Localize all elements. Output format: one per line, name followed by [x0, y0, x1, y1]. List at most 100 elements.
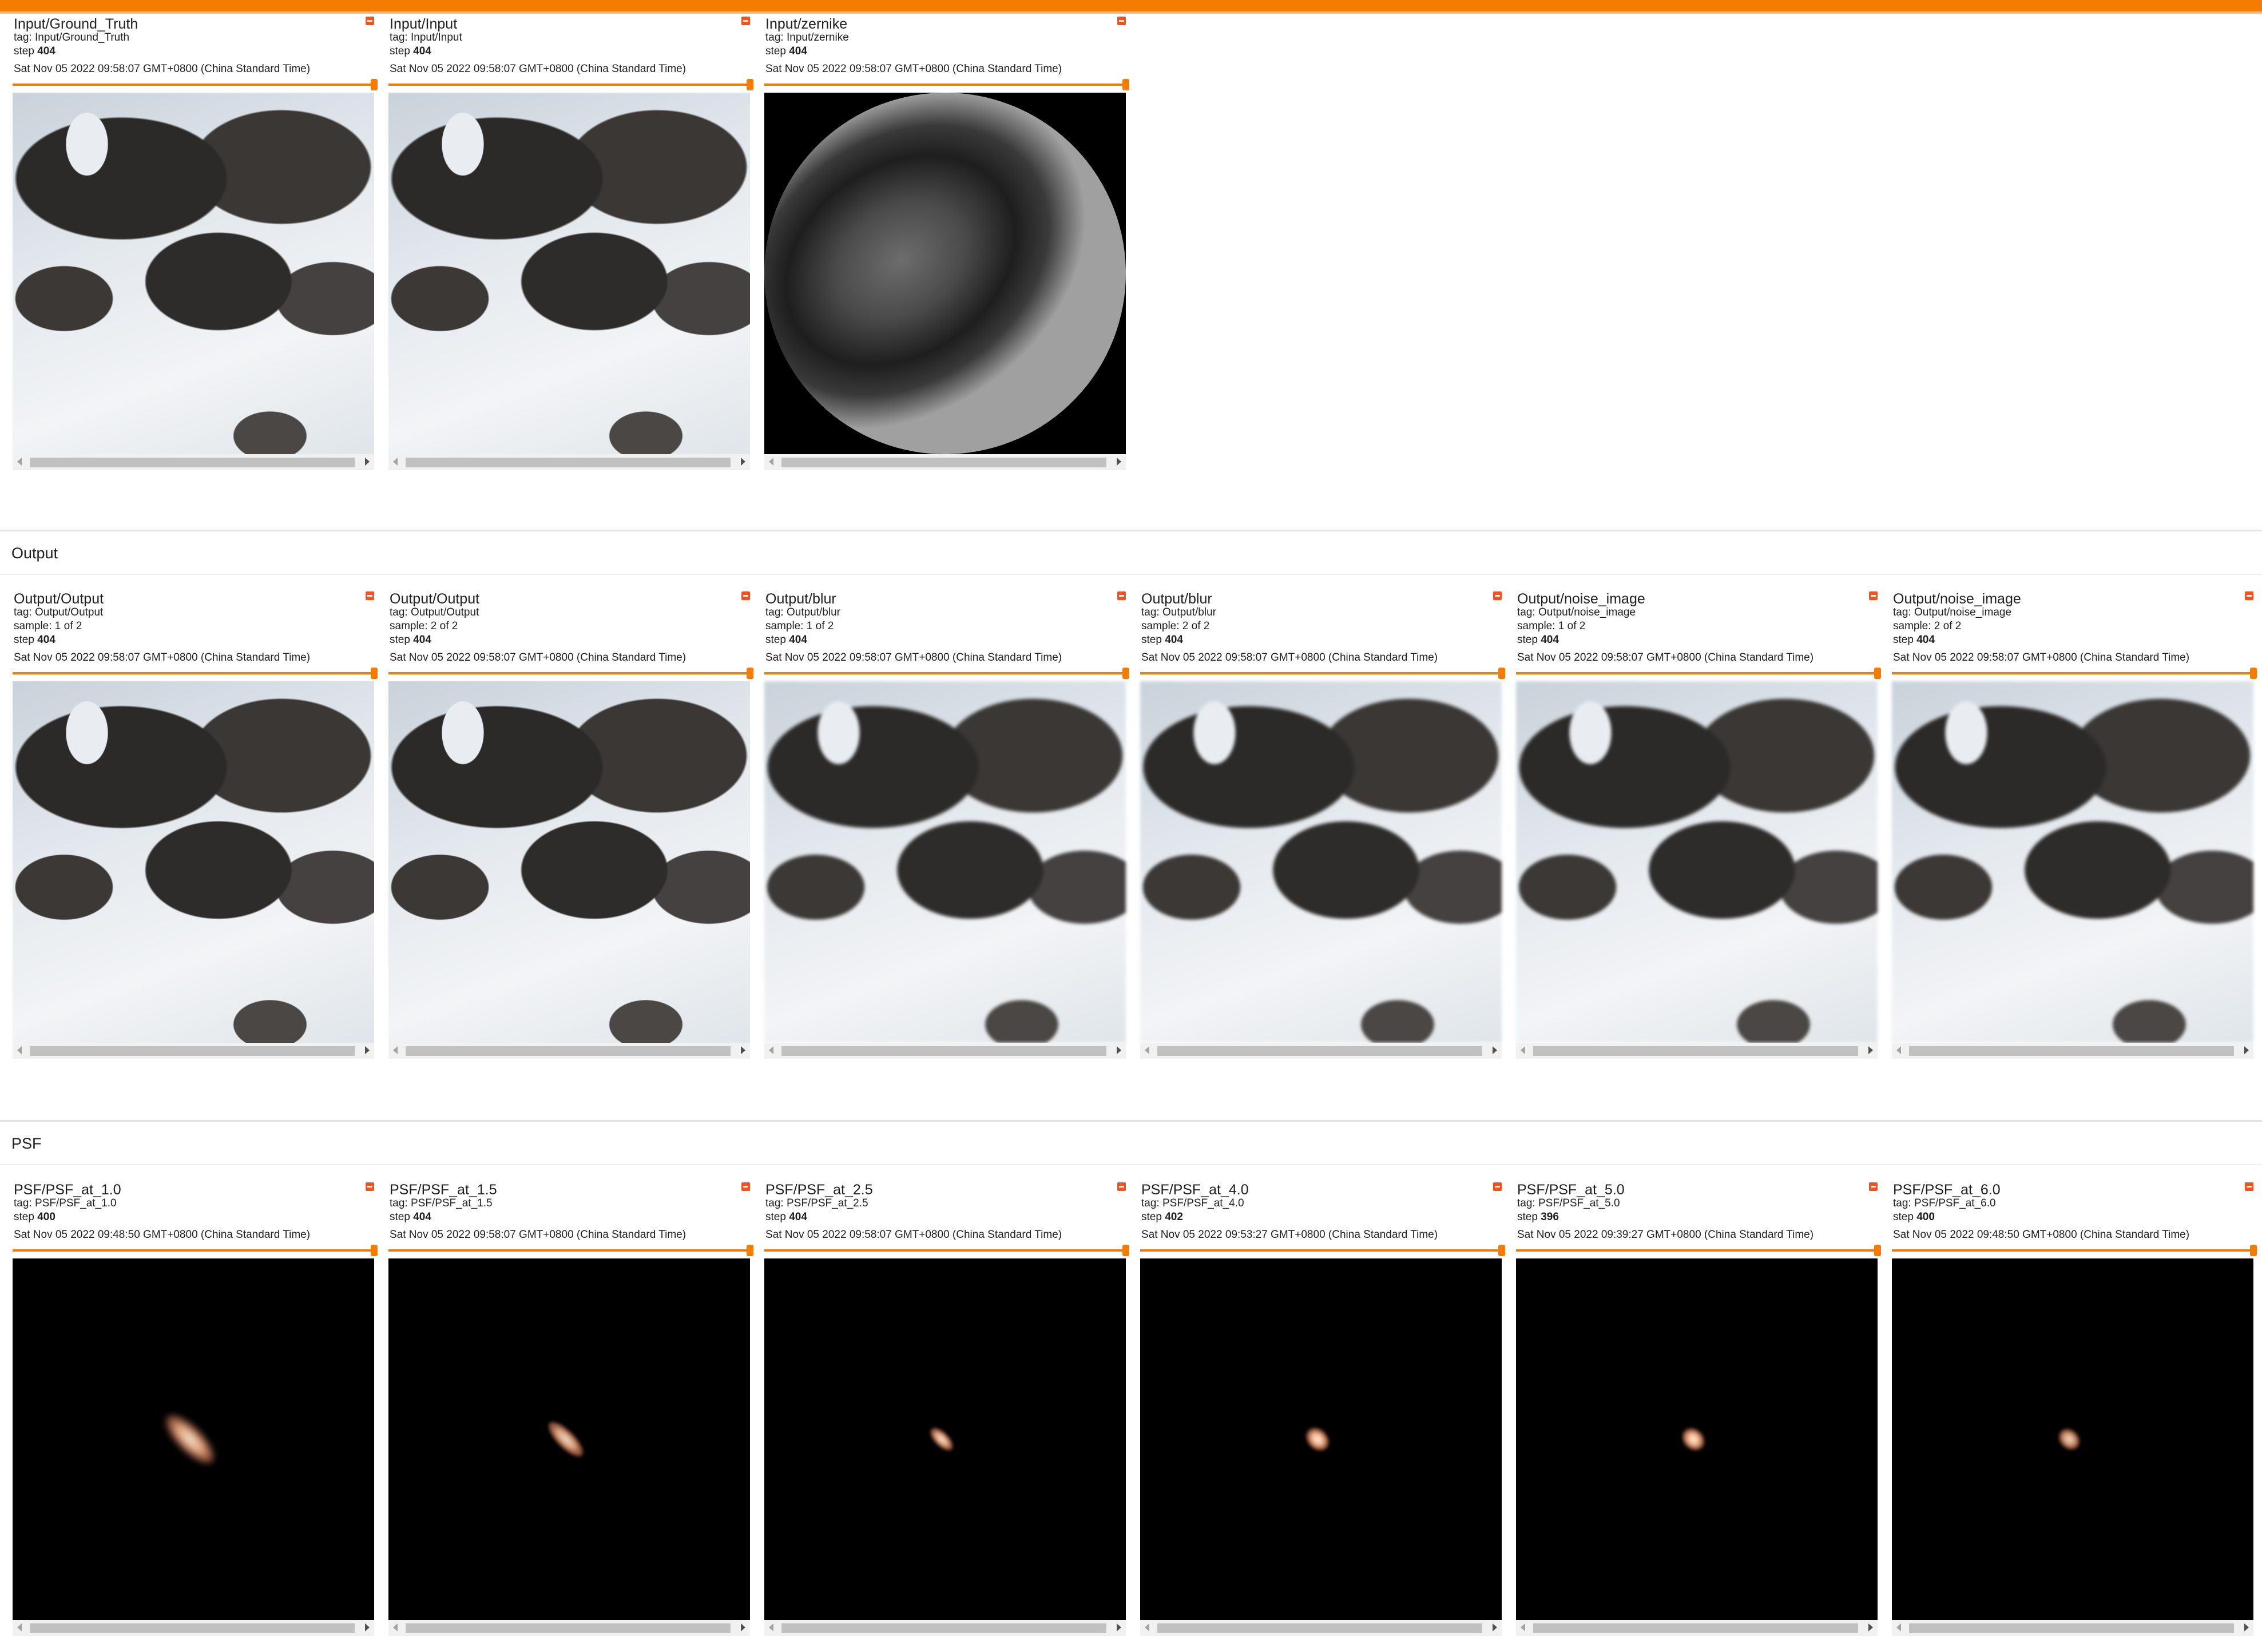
- pin-icon[interactable]: [2245, 591, 2253, 600]
- arrow-right-icon[interactable]: [365, 1046, 370, 1054]
- arrow-left-icon[interactable]: [1521, 1623, 1525, 1631]
- arrow-right-icon[interactable]: [1868, 1623, 1873, 1631]
- horizontal-scrollbar[interactable]: [1892, 1043, 2253, 1059]
- arrow-left-icon[interactable]: [17, 1046, 22, 1054]
- arrow-right-icon[interactable]: [1868, 1046, 1873, 1054]
- pin-icon[interactable]: [366, 17, 374, 25]
- horizontal-scrollbar[interactable]: [1516, 1043, 1878, 1059]
- slider-knob[interactable]: [2250, 668, 2257, 679]
- arrow-left-icon[interactable]: [1145, 1046, 1149, 1054]
- arrow-right-icon[interactable]: [1117, 1623, 1121, 1631]
- arrow-left-icon[interactable]: [393, 1046, 398, 1054]
- step-slider[interactable]: [764, 668, 1129, 679]
- arrow-right-icon[interactable]: [1117, 1046, 1121, 1054]
- horizontal-scrollbar[interactable]: [764, 1620, 1126, 1636]
- horizontal-scrollbar[interactable]: [1516, 1620, 1878, 1636]
- arrow-right-icon[interactable]: [1493, 1046, 1497, 1054]
- step-slider[interactable]: [764, 79, 1129, 90]
- arrow-right-icon[interactable]: [741, 1623, 745, 1631]
- horizontal-scrollbar[interactable]: [1140, 1043, 1502, 1059]
- scrollbar-thumb[interactable]: [30, 458, 355, 467]
- scrollbar-thumb[interactable]: [781, 1623, 1106, 1633]
- slider-knob[interactable]: [371, 79, 378, 90]
- arrow-right-icon[interactable]: [2244, 1046, 2249, 1054]
- arrow-right-icon[interactable]: [741, 458, 745, 466]
- pin-icon[interactable]: [2245, 1182, 2253, 1191]
- slider-knob[interactable]: [1122, 668, 1129, 679]
- pin-icon[interactable]: [1117, 1182, 1126, 1191]
- pin-icon[interactable]: [1869, 1182, 1878, 1191]
- scrollbar-thumb[interactable]: [1157, 1046, 1482, 1056]
- slider-knob[interactable]: [1874, 668, 1881, 679]
- pin-icon[interactable]: [741, 1182, 750, 1191]
- arrow-left-icon[interactable]: [17, 458, 22, 466]
- horizontal-scrollbar[interactable]: [388, 1043, 750, 1059]
- slider-knob[interactable]: [1498, 1245, 1505, 1256]
- arrow-left-icon[interactable]: [1145, 1623, 1149, 1631]
- step-slider[interactable]: [388, 668, 753, 679]
- horizontal-scrollbar[interactable]: [13, 1043, 374, 1059]
- slider-knob[interactable]: [747, 668, 753, 679]
- slider-knob[interactable]: [2250, 1245, 2257, 1256]
- arrow-left-icon[interactable]: [769, 458, 773, 466]
- pin-icon[interactable]: [1117, 591, 1126, 600]
- pin-icon[interactable]: [1869, 591, 1878, 600]
- slider-knob[interactable]: [1498, 668, 1505, 679]
- slider-knob[interactable]: [1122, 79, 1129, 90]
- slider-knob[interactable]: [747, 1245, 753, 1256]
- arrow-left-icon[interactable]: [1521, 1046, 1525, 1054]
- slider-knob[interactable]: [1874, 1245, 1881, 1256]
- arrow-right-icon[interactable]: [365, 1623, 370, 1631]
- horizontal-scrollbar[interactable]: [1892, 1620, 2253, 1636]
- horizontal-scrollbar[interactable]: [13, 1620, 374, 1636]
- step-slider[interactable]: [388, 79, 753, 90]
- arrow-left-icon[interactable]: [17, 1623, 22, 1631]
- horizontal-scrollbar[interactable]: [13, 454, 374, 470]
- scrollbar-thumb[interactable]: [1533, 1623, 1858, 1633]
- arrow-right-icon[interactable]: [365, 458, 370, 466]
- step-slider[interactable]: [1892, 1245, 2257, 1256]
- scrollbar-thumb[interactable]: [781, 458, 1106, 467]
- pin-icon[interactable]: [741, 17, 750, 25]
- scrollbar-thumb[interactable]: [406, 458, 731, 467]
- arrow-right-icon[interactable]: [2244, 1623, 2249, 1631]
- scrollbar-thumb[interactable]: [781, 1046, 1106, 1056]
- pin-icon[interactable]: [741, 591, 750, 600]
- scrollbar-thumb[interactable]: [1909, 1623, 2234, 1633]
- step-slider[interactable]: [764, 1245, 1129, 1256]
- arrow-left-icon[interactable]: [769, 1046, 773, 1054]
- scrollbar-thumb[interactable]: [30, 1046, 355, 1056]
- arrow-left-icon[interactable]: [393, 1623, 398, 1631]
- arrow-left-icon[interactable]: [1896, 1623, 1901, 1631]
- arrow-right-icon[interactable]: [1493, 1623, 1497, 1631]
- pin-icon[interactable]: [366, 1182, 374, 1191]
- scrollbar-thumb[interactable]: [30, 1623, 355, 1633]
- horizontal-scrollbar[interactable]: [388, 454, 750, 470]
- step-slider[interactable]: [13, 79, 378, 90]
- scrollbar-thumb[interactable]: [1909, 1046, 2234, 1056]
- slider-knob[interactable]: [1122, 1245, 1129, 1256]
- slider-knob[interactable]: [371, 668, 378, 679]
- step-slider[interactable]: [1892, 668, 2257, 679]
- slider-knob[interactable]: [747, 79, 753, 90]
- pin-icon[interactable]: [366, 591, 374, 600]
- step-slider[interactable]: [13, 1245, 378, 1256]
- pin-icon[interactable]: [1493, 591, 1502, 600]
- horizontal-scrollbar[interactable]: [764, 1043, 1126, 1059]
- scrollbar-thumb[interactable]: [1157, 1623, 1482, 1633]
- arrow-right-icon[interactable]: [741, 1046, 745, 1054]
- scrollbar-thumb[interactable]: [406, 1623, 731, 1633]
- step-slider[interactable]: [1516, 668, 1881, 679]
- arrow-left-icon[interactable]: [393, 458, 398, 466]
- step-slider[interactable]: [13, 668, 378, 679]
- horizontal-scrollbar[interactable]: [764, 454, 1126, 470]
- scrollbar-thumb[interactable]: [406, 1046, 731, 1056]
- scrollbar-thumb[interactable]: [1533, 1046, 1858, 1056]
- horizontal-scrollbar[interactable]: [1140, 1620, 1502, 1636]
- step-slider[interactable]: [1516, 1245, 1881, 1256]
- pin-icon[interactable]: [1493, 1182, 1502, 1191]
- step-slider[interactable]: [388, 1245, 753, 1256]
- step-slider[interactable]: [1140, 1245, 1505, 1256]
- arrow-left-icon[interactable]: [1896, 1046, 1901, 1054]
- horizontal-scrollbar[interactable]: [388, 1620, 750, 1636]
